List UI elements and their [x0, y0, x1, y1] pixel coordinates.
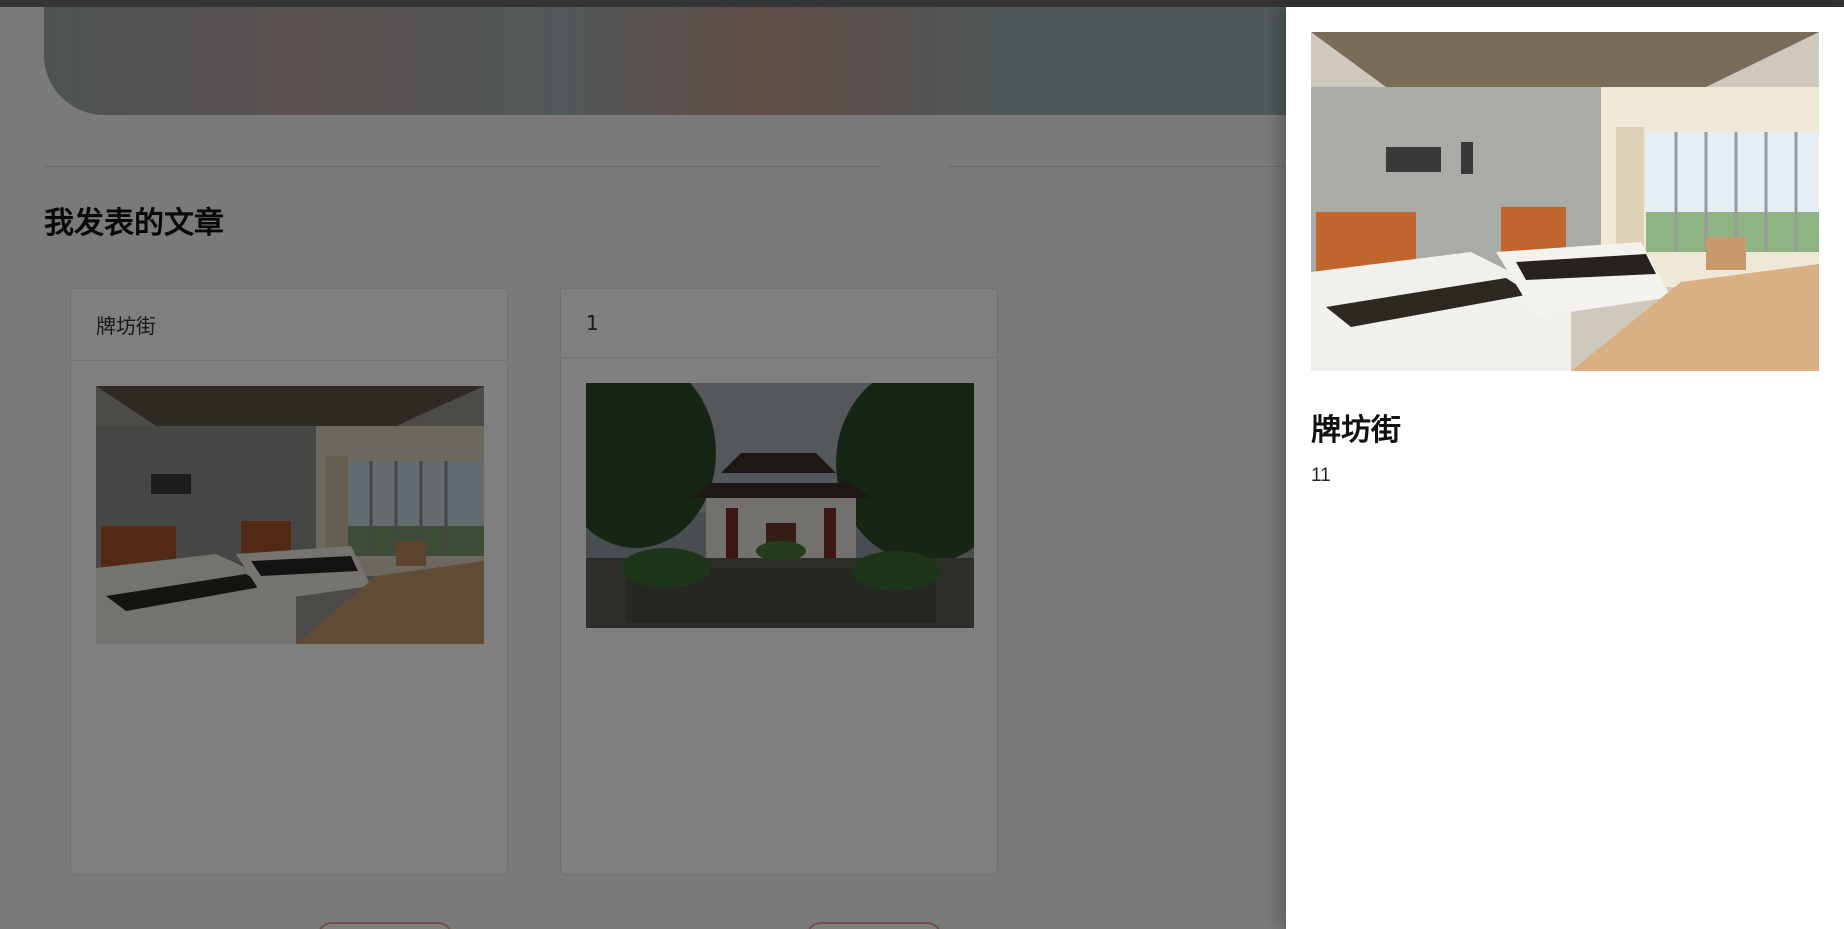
drawer-image-hotel-room — [1311, 32, 1819, 371]
drawer-title: 牌坊街 — [1311, 413, 1401, 448]
drawer-content: 11 — [1311, 465, 1331, 486]
article-detail-drawer: 牌坊街 11 — [1286, 7, 1844, 929]
